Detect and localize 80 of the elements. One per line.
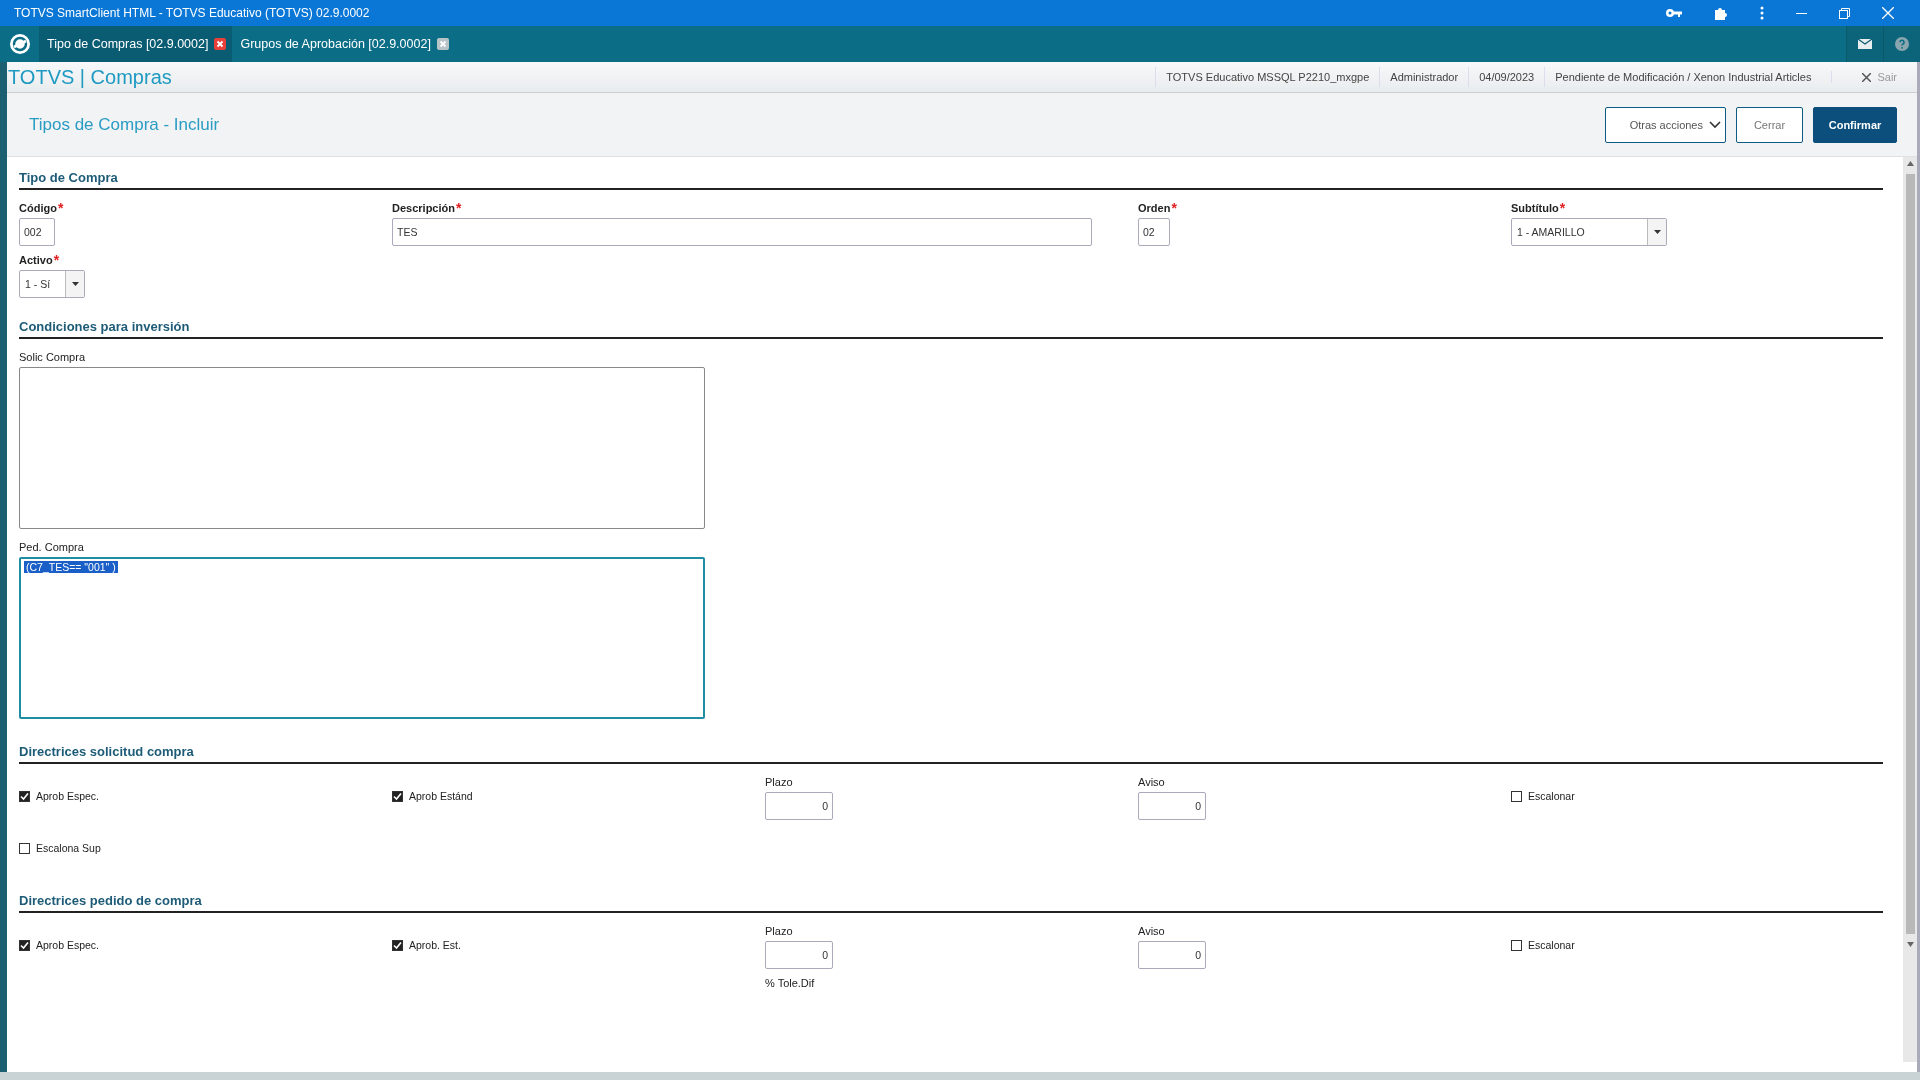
caret-icon xyxy=(71,282,79,286)
input-field[interactable]: 0 xyxy=(1138,792,1206,820)
checkbox-label: Escalonar xyxy=(1528,939,1575,951)
required-mark: * xyxy=(1559,202,1566,216)
close-icon xyxy=(1862,72,1872,82)
input-field[interactable]: 002 xyxy=(19,218,55,246)
actions-menu-button[interactable]: Otras acciones xyxy=(1605,106,1726,143)
checkbox[interactable] xyxy=(19,842,30,854)
field-label: Plazo xyxy=(765,776,793,790)
input-field[interactable]: 0 xyxy=(765,792,833,820)
tab[interactable]: Tipo de Compras [02.9.0002] xyxy=(39,26,233,62)
text-area[interactable]: (C7_TES== "001" ) xyxy=(19,557,705,719)
required-mark: * xyxy=(1171,202,1177,216)
checkbox[interactable] xyxy=(19,790,30,802)
checkbox[interactable] xyxy=(1511,939,1522,951)
header-info: 04/09/2023 xyxy=(1468,67,1545,87)
help-icon xyxy=(1895,37,1909,51)
close-icon[interactable] xyxy=(214,38,227,50)
help-button[interactable] xyxy=(1883,26,1920,62)
scroll-up-icon[interactable] xyxy=(1906,161,1914,166)
tab-label: Tipo de Compras [02.9.0002] xyxy=(47,37,209,51)
header-info: Administrador xyxy=(1379,67,1469,87)
field-label: Activo xyxy=(19,254,53,268)
section-title: Tipo de Compra xyxy=(19,165,1883,190)
input-field[interactable]: 0 xyxy=(1138,941,1206,969)
select-field[interactable]: 1 - Sí xyxy=(19,270,85,298)
checkbox[interactable] xyxy=(392,939,403,951)
scrollbar-thumb[interactable] xyxy=(1905,174,1915,934)
input-field[interactable]: 02 xyxy=(1138,218,1170,246)
field-label: Ped. Compra xyxy=(19,541,84,555)
key-icon[interactable] xyxy=(1666,8,1682,18)
checkbox-label: Escalonar xyxy=(1528,790,1575,802)
field-label: Aviso xyxy=(1138,925,1165,939)
field-label: Solic Compra xyxy=(19,351,86,365)
checkbox[interactable] xyxy=(1511,790,1522,802)
checkbox-label: Aprob Estánd xyxy=(409,790,473,802)
scroll-down-icon[interactable] xyxy=(1906,942,1914,947)
confirm-button[interactable]: Confirmar xyxy=(1813,106,1897,143)
header-info: Pendiente de Modificación / Xenon Industrial Articles xyxy=(1544,67,1822,87)
window-title: TOTVS SmartClient HTML - TOTVS Educativo (TOTVS) 02.9.0002 xyxy=(14,6,371,20)
field-label: Código xyxy=(19,202,57,216)
field-label: Descripción xyxy=(392,202,455,216)
required-mark: * xyxy=(53,254,60,268)
section-title: Directrices pedido de compra xyxy=(19,888,1883,913)
required-mark: * xyxy=(455,202,462,216)
field-label: Subtítulo xyxy=(1511,202,1559,216)
section-title: Directrices solicitud compra xyxy=(19,739,1883,764)
chevron-down-icon xyxy=(1709,120,1721,129)
input-field[interactable]: TES xyxy=(392,218,1092,246)
checkbox[interactable] xyxy=(19,939,30,951)
checkbox-label: Aprob. Est. xyxy=(409,939,461,951)
caret-icon xyxy=(1653,230,1661,234)
close-icon[interactable] xyxy=(436,38,449,50)
more-icon[interactable] xyxy=(1760,6,1764,20)
scrollbar[interactable] xyxy=(1903,157,1917,1062)
input-field[interactable]: 0 xyxy=(765,941,833,969)
logo-icon[interactable] xyxy=(9,33,31,55)
checkbox[interactable] xyxy=(392,790,403,802)
checkbox-label: Aprob Espec. xyxy=(36,790,100,802)
select-field[interactable]: 1 - AMARILLO xyxy=(1511,218,1667,246)
checkbox-label: Escalona Sup xyxy=(36,842,101,854)
tab-label: Grupos de Aprobación [02.9.0002] xyxy=(240,37,431,51)
required-mark: * xyxy=(57,202,64,216)
tab[interactable]: Grupos de Aprobación [02.9.0002] xyxy=(232,26,455,62)
close-icon[interactable] xyxy=(1882,7,1894,19)
restore-icon[interactable] xyxy=(1839,7,1850,19)
header-info: TOTVS Educativo MSSQL P2210_mxgpe xyxy=(1155,67,1380,87)
field-label: Aviso xyxy=(1138,776,1165,790)
mail-icon xyxy=(1858,39,1872,49)
checkbox-label: Aprob Espec. xyxy=(36,939,100,951)
section-title: Condiciones para inversión xyxy=(19,314,1883,339)
field-label: % Tole.Dif xyxy=(765,977,815,991)
puzzle-icon[interactable] xyxy=(1714,6,1728,20)
minimize-icon[interactable] xyxy=(1796,12,1807,14)
field-label: Plazo xyxy=(765,925,793,939)
app-title: TOTVS | Compras xyxy=(8,65,172,89)
close-button[interactable]: Cerrar xyxy=(1736,106,1803,143)
mail-button[interactable] xyxy=(1846,26,1883,62)
page-title: Tipos de Compra - Incluir xyxy=(29,114,220,135)
field-label: Orden xyxy=(1138,202,1171,216)
